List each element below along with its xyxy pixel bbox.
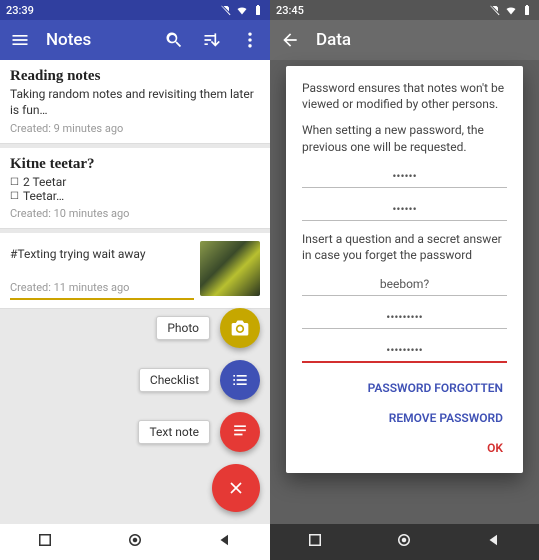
answer-input-2[interactable] (302, 339, 507, 363)
note-created: Created: 11 minutes ago (10, 281, 194, 294)
app-title: Data (316, 30, 531, 50)
search-button[interactable] (162, 28, 186, 52)
note-created: Created: 10 minutes ago (10, 207, 260, 220)
note-created: Created: 9 minutes ago (10, 122, 260, 135)
status-time: 23:39 (6, 4, 34, 17)
list-icon (230, 370, 250, 390)
battery-icon (252, 4, 264, 16)
status-bar: 23:39 (0, 0, 270, 20)
note-card[interactable]: Reading notes Taking random notes and re… (0, 60, 270, 144)
more-icon (240, 30, 260, 50)
fab-textnote[interactable] (220, 412, 260, 452)
camera-icon (230, 318, 250, 338)
note-title: Reading notes (10, 68, 260, 85)
nav-back[interactable] (485, 531, 503, 553)
nav-recent[interactable] (36, 531, 54, 553)
nav-home[interactable] (395, 531, 413, 553)
nav-recent[interactable] (306, 531, 324, 553)
arrow-back-icon (280, 30, 300, 50)
password-input-1[interactable] (302, 165, 507, 188)
dialog-text: Insert a question and a secret answer in… (302, 231, 507, 263)
wifi-icon (236, 4, 248, 16)
note-card[interactable]: #Texting trying wait away Created: 11 mi… (0, 233, 270, 309)
note-card[interactable]: Kitne teetar? 2 Teetar Teetar… Created: … (0, 148, 270, 229)
search-icon (164, 30, 184, 50)
note-icon (230, 422, 250, 442)
fab-photo[interactable] (220, 308, 260, 348)
checklist-item: Teetar… (10, 189, 260, 203)
nav-back[interactable] (216, 531, 234, 553)
status-time: 23:45 (276, 4, 304, 17)
password-input-2[interactable] (302, 198, 507, 221)
dialog-actions: PASSWORD FORGOTTEN REMOVE PASSWORD OK (302, 373, 507, 463)
nav-bar (270, 524, 539, 560)
menu-button[interactable] (8, 28, 32, 52)
fab-stack: Photo Checklist Text note (138, 308, 260, 512)
sort-button[interactable] (200, 28, 224, 52)
battery-icon (521, 4, 533, 16)
device-right: 23:45 Data Password ensures that notes w… (270, 0, 539, 560)
status-icons (220, 4, 264, 16)
dialog-text: When setting a new password, the previou… (302, 122, 507, 154)
menu-icon (10, 30, 30, 50)
nav-bar (0, 524, 270, 560)
forgotten-button[interactable]: PASSWORD FORGOTTEN (364, 373, 507, 403)
password-dialog: Password ensures that notes won't be vie… (286, 66, 523, 473)
app-bar: Notes (0, 20, 270, 60)
dialog-text: Password ensures that notes won't be vie… (302, 80, 507, 112)
nav-home[interactable] (126, 531, 144, 553)
fab-label-photo: Photo (156, 316, 210, 340)
answer-input-1[interactable] (302, 306, 507, 329)
fab-label-textnote: Text note (138, 420, 210, 444)
triangle-icon (216, 531, 234, 549)
status-icons (489, 4, 533, 16)
no-sim-icon (489, 4, 501, 16)
circle-icon (395, 531, 413, 549)
back-button[interactable] (278, 28, 302, 52)
remove-password-button[interactable]: REMOVE PASSWORD (385, 403, 507, 433)
question-input[interactable] (302, 273, 507, 296)
circle-icon (126, 531, 144, 549)
status-bar: 23:45 (270, 0, 539, 20)
fab-checklist[interactable] (220, 360, 260, 400)
note-title: Kitne teetar? (10, 156, 260, 173)
app-bar: Data (270, 20, 539, 60)
note-body: Taking random notes and revisiting them … (10, 87, 260, 118)
square-icon (36, 531, 54, 549)
ok-button[interactable]: OK (483, 433, 507, 463)
square-icon (306, 531, 324, 549)
checklist-item: 2 Teetar (10, 175, 260, 189)
wifi-icon (505, 4, 517, 16)
device-left: 23:39 Notes Reading notes Taking random … (0, 0, 270, 560)
sort-icon (202, 30, 222, 50)
fab-close[interactable] (212, 464, 260, 512)
overflow-button[interactable] (238, 28, 262, 52)
no-sim-icon (220, 4, 232, 16)
note-body: #Texting trying wait away (10, 241, 194, 277)
triangle-icon (485, 531, 503, 549)
fab-label-checklist: Checklist (139, 368, 210, 392)
close-icon (226, 478, 246, 498)
note-thumbnail (200, 241, 260, 296)
app-title: Notes (46, 30, 148, 50)
notes-list: Reading notes Taking random notes and re… (0, 60, 270, 309)
